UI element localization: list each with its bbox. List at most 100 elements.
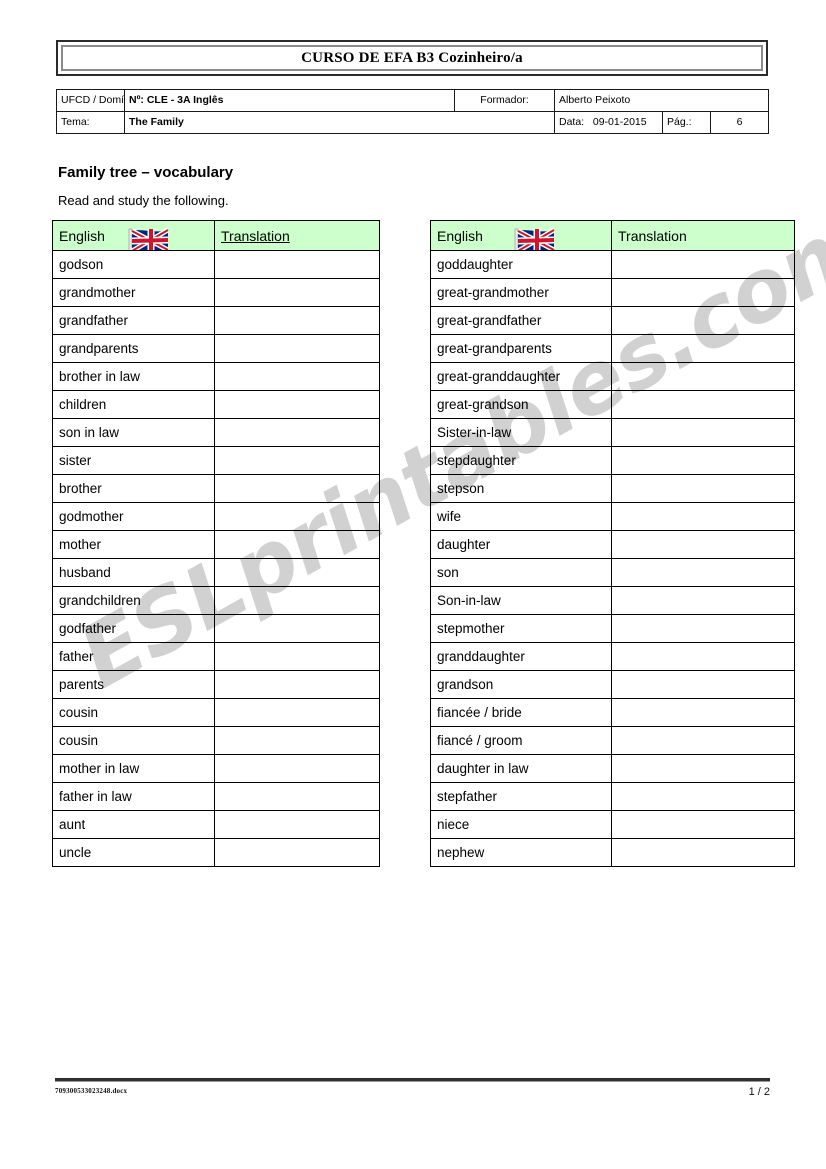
translation-blank[interactable] — [214, 558, 380, 587]
vocab-word: stepmother — [430, 614, 612, 643]
table-row: aunt — [52, 810, 380, 839]
table-row: grandson — [430, 670, 795, 699]
section-instruction: Read and study the following. — [58, 193, 229, 208]
table-row: godfather — [52, 614, 380, 643]
table-row: Sister-in-law — [430, 418, 795, 447]
translation-blank[interactable] — [611, 390, 795, 419]
translation-blank[interactable] — [214, 390, 380, 419]
translation-blank[interactable] — [611, 558, 795, 587]
vocab-word: son in law — [52, 418, 215, 447]
vocab-word: great-grandparents — [430, 334, 612, 363]
table-row: cousin — [52, 726, 380, 755]
vocabulary-table-right: English Translation goddaughter great-gr… — [430, 220, 795, 867]
table-row: stepmother — [430, 614, 795, 643]
translation-blank[interactable] — [611, 642, 795, 671]
translation-blank[interactable] — [214, 530, 380, 559]
meta-row-tema: Tema: The Family Data: 09-01-2015 Pág.: … — [56, 111, 770, 134]
translation-blank[interactable] — [214, 334, 380, 363]
vocab-word: aunt — [52, 810, 215, 839]
table-row: mother — [52, 530, 380, 559]
vocab-word: godson — [52, 250, 215, 279]
translation-blank[interactable] — [611, 502, 795, 531]
translation-blank[interactable] — [214, 418, 380, 447]
translation-blank[interactable] — [611, 810, 795, 839]
translation-blank[interactable] — [611, 418, 795, 447]
translation-blank[interactable] — [611, 446, 795, 475]
translation-blank[interactable] — [214, 586, 380, 615]
tema-label: Tema: — [56, 111, 125, 134]
vocab-word: stepdaughter — [430, 446, 612, 475]
table-row: Son-in-law — [430, 586, 795, 615]
translation-blank[interactable] — [611, 670, 795, 699]
translation-blank[interactable] — [214, 670, 380, 699]
vocab-word: godmother — [52, 502, 215, 531]
table-row: children — [52, 390, 380, 419]
vocab-word: sister — [52, 446, 215, 475]
translation-blank[interactable] — [214, 278, 380, 307]
translation-blank[interactable] — [611, 698, 795, 727]
translation-blank[interactable] — [611, 474, 795, 503]
translation-blank[interactable] — [214, 838, 380, 867]
translation-blank[interactable] — [611, 278, 795, 307]
translation-blank[interactable] — [214, 698, 380, 727]
translation-blank[interactable] — [611, 754, 795, 783]
translation-blank[interactable] — [611, 306, 795, 335]
course-title: CURSO DE EFA B3 Cozinheiro/a — [301, 49, 523, 66]
translation-blank[interactable] — [611, 838, 795, 867]
table-row: husband — [52, 558, 380, 587]
vocab-word: grandparents — [52, 334, 215, 363]
translation-blank[interactable] — [214, 810, 380, 839]
section-heading: Family tree – vocabulary — [58, 164, 234, 181]
translation-blank[interactable] — [214, 474, 380, 503]
vocab-word: father in law — [52, 782, 215, 811]
vocab-word: uncle — [52, 838, 215, 867]
translation-blank[interactable] — [611, 530, 795, 559]
translation-blank[interactable] — [214, 306, 380, 335]
footer-divider — [55, 1078, 770, 1082]
translation-blank[interactable] — [611, 334, 795, 363]
vocab-word: cousin — [52, 726, 215, 755]
vocab-word: children — [52, 390, 215, 419]
translation-blank[interactable] — [214, 362, 380, 391]
table-row: stepdaughter — [430, 446, 795, 475]
translation-blank[interactable] — [611, 782, 795, 811]
translation-blank[interactable] — [611, 586, 795, 615]
translation-blank[interactable] — [214, 446, 380, 475]
vocab-word: fiancé / groom — [430, 726, 612, 755]
translation-blank[interactable] — [214, 726, 380, 755]
ufcd-label: UFCD / Domínio: — [56, 89, 125, 112]
translation-blank[interactable] — [214, 754, 380, 783]
vocab-word: nephew — [430, 838, 612, 867]
translation-blank[interactable] — [214, 502, 380, 531]
table-row: grandchildren — [52, 586, 380, 615]
translation-blank[interactable] — [214, 250, 380, 279]
vocab-word: grandmother — [52, 278, 215, 307]
translation-blank[interactable] — [611, 362, 795, 391]
vocab-word: mother — [52, 530, 215, 559]
vocab-word: grandson — [430, 670, 612, 699]
table-row: granddaughter — [430, 642, 795, 671]
table-row: fiancé / groom — [430, 726, 795, 755]
tema-value: The Family — [124, 111, 555, 134]
translation-blank[interactable] — [214, 782, 380, 811]
meta-row-ufcd: UFCD / Domínio: Nº: CLE - 3A Inglês Form… — [56, 89, 770, 112]
translation-blank[interactable] — [214, 614, 380, 643]
vocab-word: grandchildren — [52, 586, 215, 615]
translation-blank[interactable] — [611, 250, 795, 279]
translation-blank[interactable] — [611, 726, 795, 755]
vocab-word: brother — [52, 474, 215, 503]
uk-flag-icon — [513, 227, 557, 250]
table-row: stepson — [430, 474, 795, 503]
vocab-left-header-row: English Translation — [52, 220, 380, 251]
table-row: son in law — [52, 418, 380, 447]
formador-label: Formador: — [454, 89, 555, 112]
translation-blank[interactable] — [214, 642, 380, 671]
vocab-word: godfather — [52, 614, 215, 643]
vocab-word: parents — [52, 670, 215, 699]
table-row: great-grandson — [430, 390, 795, 419]
table-row: cousin — [52, 698, 380, 727]
vocab-word: son — [430, 558, 612, 587]
translation-blank[interactable] — [611, 614, 795, 643]
table-row: wife — [430, 502, 795, 531]
vocab-word: great-grandmother — [430, 278, 612, 307]
